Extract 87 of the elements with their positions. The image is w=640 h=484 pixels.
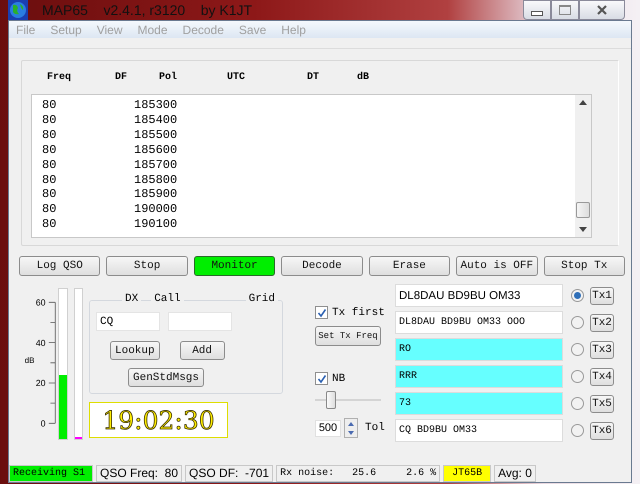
status-field: Avg: 0	[494, 465, 536, 482]
radio-button[interactable]	[571, 397, 584, 410]
checkmark-icon	[316, 308, 326, 318]
spin-up-icon	[348, 422, 354, 426]
table-cell-text: 80	[42, 98, 58, 113]
table-cell: 185300	[134, 98, 178, 113]
table-cell-text: 80	[42, 202, 58, 218]
toolbar-button[interactable]: Stop Tx	[544, 256, 625, 276]
table-cell: 190100	[134, 217, 178, 232]
toolbar-button[interactable]: Stop	[106, 256, 188, 276]
table-cell-text: 80	[42, 112, 58, 128]
message-field[interactable]: CQ BD9BU OM33	[395, 419, 563, 442]
maximize-button[interactable]	[551, 0, 579, 20]
scrollbar[interactable]	[575, 95, 591, 237]
slider-handle[interactable]	[326, 391, 336, 409]
unit-label: dB	[24, 356, 34, 365]
scale-label: 60	[36, 298, 46, 308]
tx-button[interactable]: Tx2	[590, 314, 614, 332]
message-field[interactable]: 73	[395, 392, 563, 415]
radio-button[interactable]	[571, 316, 584, 329]
radio-button[interactable]	[571, 424, 584, 437]
table-cell-text: 80	[42, 217, 58, 232]
close-icon	[596, 5, 608, 15]
status-field: QSO DF: -701	[185, 465, 274, 482]
status-field: QSO Freq: 80	[96, 465, 182, 482]
tol-label: Tol	[365, 422, 385, 434]
tx-button[interactable]: Tx4	[590, 368, 614, 386]
close-button[interactable]	[579, 0, 625, 20]
set-tx-freq-button[interactable]: Set Tx Freq	[315, 326, 381, 346]
table-cell-text: 80	[42, 142, 58, 158]
tx-button[interactable]: Tx3	[590, 340, 614, 358]
message-field[interactable]: RO	[395, 338, 563, 361]
scroll-up-icon[interactable]	[579, 100, 587, 105]
table-cell-text: 80	[42, 187, 58, 202]
call-field[interactable]: CQ	[96, 312, 160, 331]
checkmark-icon	[316, 374, 326, 384]
table-cell-text: 80	[42, 128, 58, 143]
gen-msgs-button[interactable]: GenStdMsgs	[128, 368, 204, 387]
status-field: Rx noise: 25.6 2.6 %	[276, 465, 440, 482]
radio-button[interactable]	[571, 289, 584, 302]
table-cell-text: 80	[42, 158, 58, 173]
scale-label: 20	[36, 378, 46, 388]
status-field: JT65B	[443, 465, 492, 482]
scale-label: 0	[40, 418, 46, 429]
table-cell: 185800	[134, 172, 178, 188]
tol-field[interactable]: 500	[315, 420, 341, 436]
message-field[interactable]: DL8DAU BD9BU OM33	[395, 284, 563, 307]
table-cell: 190000	[134, 202, 178, 218]
column-header: DF	[115, 72, 128, 83]
tx-button[interactable]: Tx1	[590, 286, 614, 304]
scroll-thumb[interactable]	[576, 202, 590, 218]
globe-icon	[8, 0, 28, 20]
table-cell-text: 80	[42, 172, 58, 188]
table-cell: 185700	[134, 158, 178, 173]
radio-button[interactable]	[571, 343, 584, 356]
scale-label: 40	[36, 338, 46, 348]
tx-first-checkbox[interactable]: Tx first	[315, 306, 395, 319]
table-cell: 185400	[134, 112, 178, 128]
window-title: MAP65 v2.4.1, r3120 by K1JT	[42, 2, 252, 18]
status-field: Receiving S1	[9, 465, 93, 482]
lookup-button[interactable]: Lookup	[110, 341, 160, 360]
add-button[interactable]: Add	[180, 341, 225, 360]
column-header: Freq	[47, 72, 72, 83]
toolbar-button[interactable]: Auto is OFF	[456, 256, 538, 276]
table-cell: 185500	[134, 128, 178, 143]
message-field[interactable]: DL8DAU BD9BU OM33 OOO	[395, 311, 563, 334]
clock-display: 19:02:30	[89, 402, 228, 438]
toolbar-button[interactable]: Erase	[368, 256, 450, 276]
table-cell: 185600	[134, 142, 178, 158]
scroll-down-icon[interactable]	[579, 227, 587, 232]
tx-button[interactable]: Tx6	[590, 422, 614, 440]
grid-field[interactable]	[168, 312, 232, 331]
radio-button[interactable]	[571, 370, 584, 383]
column-header: Pol	[159, 72, 178, 83]
table-cell: 185900	[134, 187, 178, 202]
message-field[interactable]: RRR	[395, 365, 563, 388]
spin-down-icon	[348, 430, 354, 434]
toolbar-button[interactable]: Decode	[281, 256, 363, 276]
minimize-button[interactable]	[523, 0, 551, 20]
toolbar-button[interactable]: Log QSO	[19, 256, 100, 276]
column-header: dB	[357, 72, 370, 83]
column-header: DT	[307, 72, 320, 83]
nb-checkbox[interactable]: NB	[315, 372, 395, 385]
tx-button[interactable]: Tx5	[590, 394, 614, 412]
toolbar-button[interactable]: Monitor	[194, 256, 276, 276]
spin-buttons[interactable]	[344, 418, 358, 438]
column-header: UTC	[227, 72, 246, 83]
